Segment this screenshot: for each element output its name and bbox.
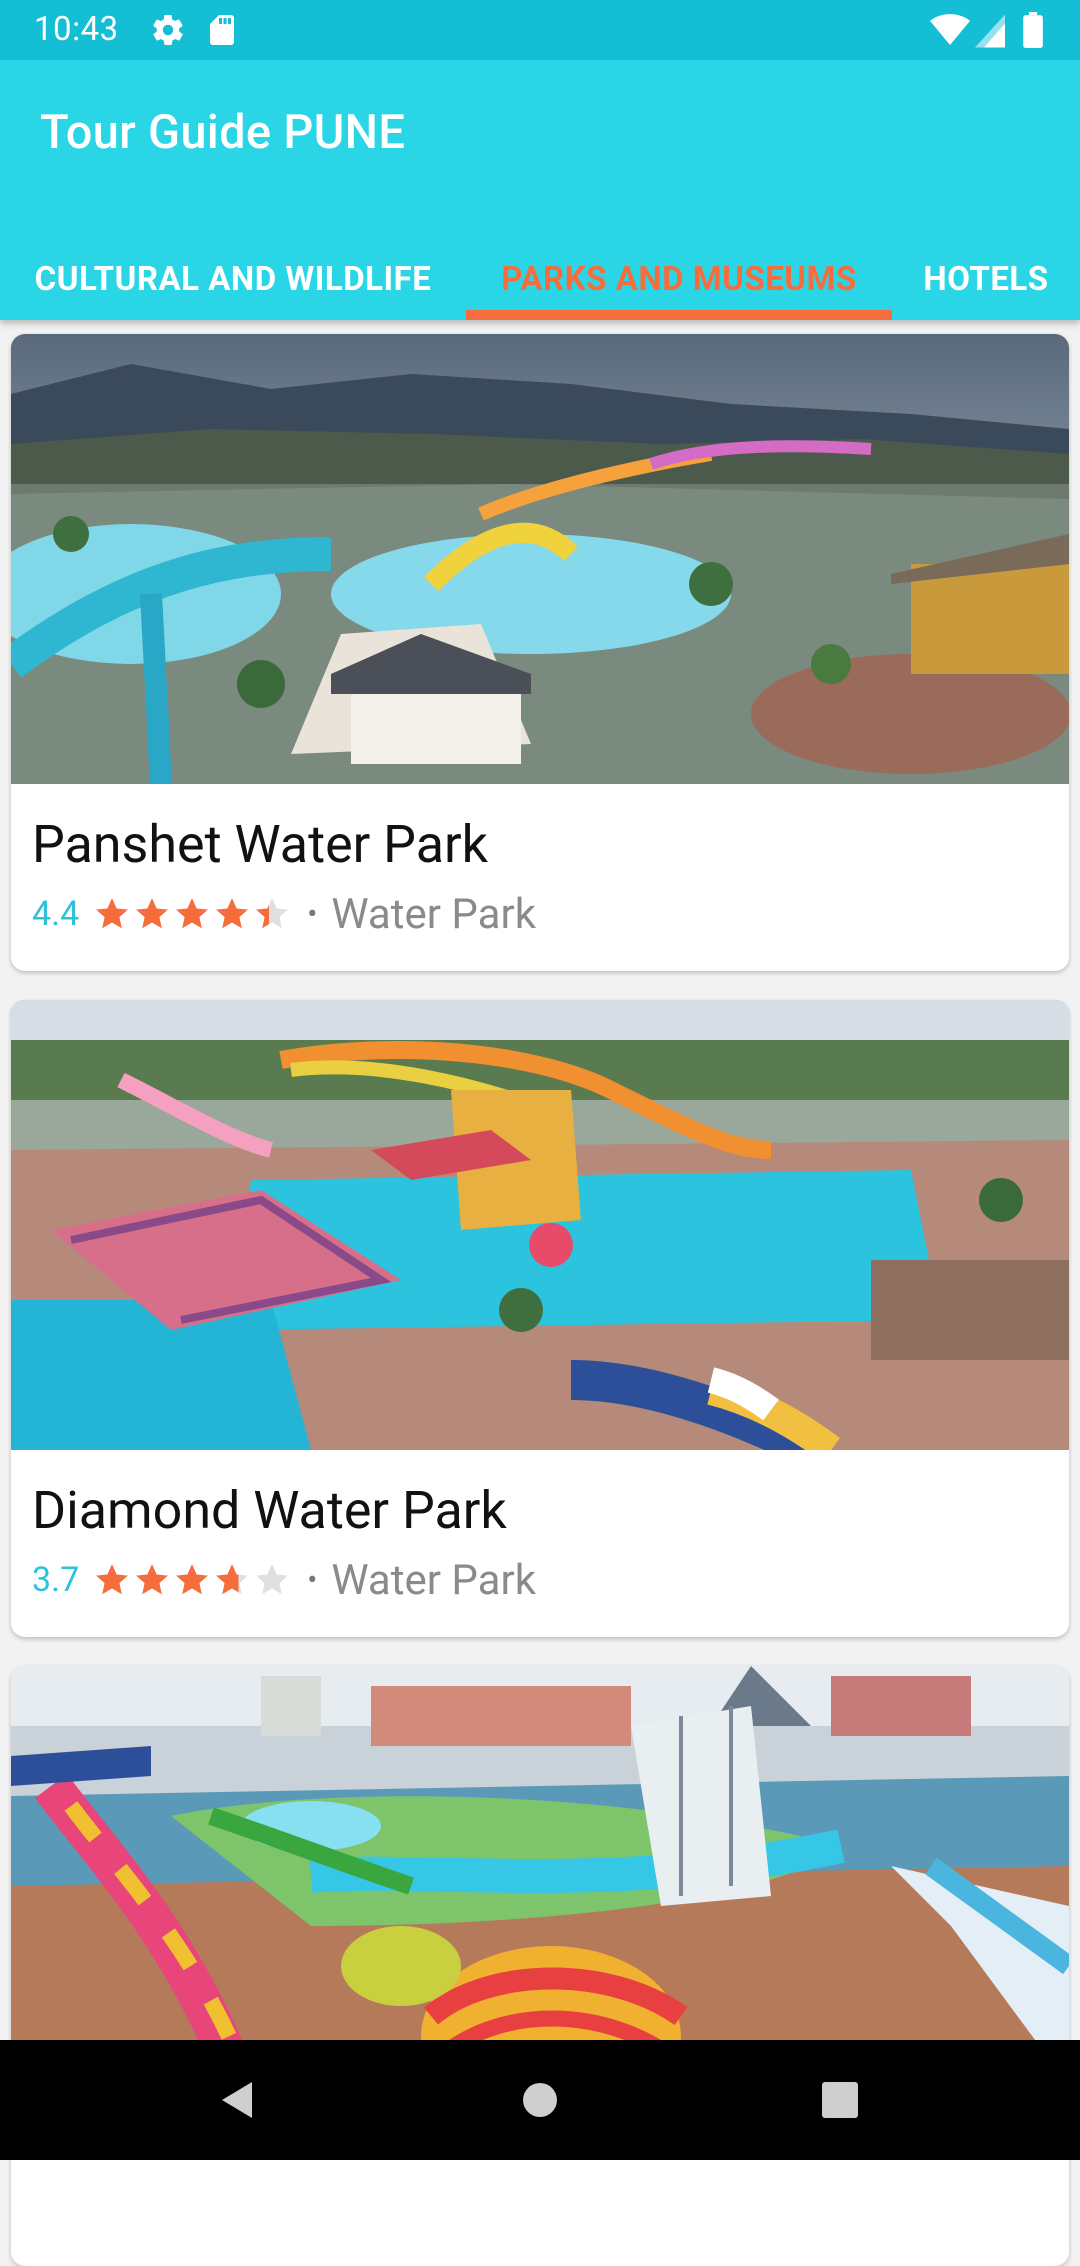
place-name: Panshet Water Park [32, 814, 488, 875]
place-meta: 4.4 • Water Park [32, 884, 536, 944]
app-bar: Tour Guide PUNE CULTURAL AND WILDLIFE PA… [0, 60, 1080, 320]
rating-value: 4.4 [32, 894, 80, 934]
tab-cultural-and-wildlife[interactable]: CULTURAL AND WILDLIFE [0, 240, 466, 320]
star-rating [93, 895, 293, 933]
place-meta: 3.7 • Water Park [32, 1550, 536, 1610]
place-category: Water Park [331, 889, 537, 939]
star-half-icon [253, 895, 291, 933]
place-image[interactable] [11, 334, 1069, 784]
place-card-third[interactable] [11, 1666, 1069, 2266]
place-image[interactable] [11, 1000, 1069, 1450]
settings-icon [150, 12, 186, 48]
place-category: Water Park [331, 1555, 537, 1605]
tab-indicator [466, 310, 892, 320]
star-filled-icon [173, 1561, 211, 1599]
sd-card-icon [204, 12, 240, 48]
star-filled-icon [173, 895, 211, 933]
star-filled-icon [93, 1561, 131, 1599]
separator-dot: • [307, 896, 318, 932]
star-filled-icon [213, 895, 251, 933]
status-bar: 10:43 [0, 0, 1080, 60]
tab-parks-and-museums[interactable]: PARKS AND MUSEUMS [466, 240, 892, 320]
rating-value: 3.7 [32, 1560, 80, 1600]
home-icon[interactable] [510, 2070, 570, 2130]
star-empty-icon [253, 1561, 291, 1599]
back-icon[interactable] [208, 2070, 268, 2130]
separator-dot: • [307, 1562, 318, 1598]
app-title: Tour Guide PUNE [40, 105, 406, 160]
place-card-panshet[interactable]: Panshet Water Park 4.4 • Water Park [11, 334, 1069, 971]
place-card-diamond[interactable]: Diamond Water Park 3.7 • Water Park [11, 1000, 1069, 1637]
star-half-icon [213, 1561, 251, 1599]
place-name: Diamond Water Park [32, 1480, 507, 1541]
signal-icon [975, 14, 1005, 48]
battery-icon [1022, 12, 1044, 48]
wifi-icon [930, 12, 970, 48]
tab-hotels[interactable]: HOTELS [892, 240, 1080, 320]
star-rating [93, 1561, 293, 1599]
star-filled-icon [93, 895, 131, 933]
status-time: 10:43 [34, 10, 119, 49]
star-filled-icon [133, 1561, 171, 1599]
navigation-bar [0, 2040, 1080, 2160]
recents-icon[interactable] [810, 2070, 870, 2130]
star-filled-icon [133, 895, 171, 933]
